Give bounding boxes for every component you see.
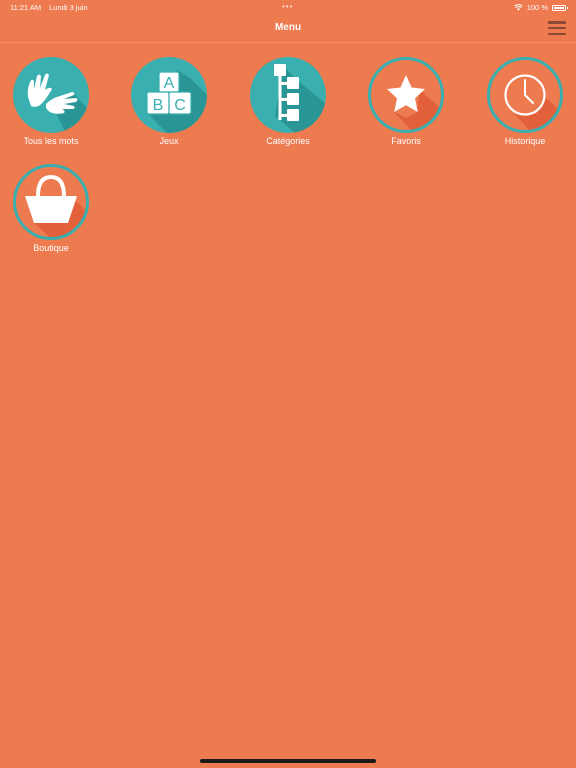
tile-jeux[interactable]: A B C Jeux — [119, 56, 219, 146]
tile-label: Favoris — [391, 136, 421, 146]
abc-blocks-icon: A B C — [131, 57, 207, 133]
home-indicator[interactable] — [200, 759, 376, 763]
hamburger-menu-button[interactable] — [548, 21, 566, 35]
page-title: Menu — [274, 22, 302, 33]
status-left: 11:21 AM Lundi 3 juin — [10, 3, 88, 12]
tile-categories[interactable]: Catégories — [238, 56, 338, 146]
shopping-basket-icon — [13, 164, 89, 240]
status-date: Lundi 3 juin — [49, 3, 88, 12]
battery-icon — [552, 4, 568, 11]
navigation-bar: Menu — [0, 14, 576, 43]
svg-text:C: C — [174, 97, 186, 114]
tile-label: Boutique — [33, 243, 69, 253]
signing-hands-icon — [13, 57, 89, 133]
svg-text:B: B — [153, 97, 164, 114]
wifi-icon — [513, 4, 523, 11]
hamburger-menu-icon-line — [548, 32, 566, 35]
status-time: 11:21 AM — [10, 3, 42, 12]
tile-label: Catégories — [266, 136, 310, 146]
svg-text:A: A — [164, 75, 175, 92]
star-icon — [368, 57, 444, 133]
status-bar: 11:21 AM Lundi 3 juin ••• 100 % — [0, 0, 576, 14]
multitasking-dots-icon[interactable]: ••• — [282, 2, 293, 11]
tile-label: Tous les mots — [23, 136, 79, 146]
hamburger-menu-icon-line — [548, 26, 566, 30]
battery-percentage: 100 % — [526, 3, 548, 12]
tile-tous-les-mots[interactable]: Tous les mots — [1, 56, 101, 146]
tile-historique[interactable]: Historique — [475, 56, 575, 146]
status-right: 100 % — [513, 3, 568, 12]
tile-favoris[interactable]: Favoris — [356, 56, 456, 146]
category-tree-icon — [250, 57, 326, 133]
hamburger-menu-icon-line — [548, 21, 566, 24]
clock-icon — [487, 57, 563, 133]
tile-label: Historique — [504, 136, 546, 146]
tile-boutique[interactable]: Boutique — [1, 163, 101, 253]
tile-label: Jeux — [159, 136, 179, 146]
